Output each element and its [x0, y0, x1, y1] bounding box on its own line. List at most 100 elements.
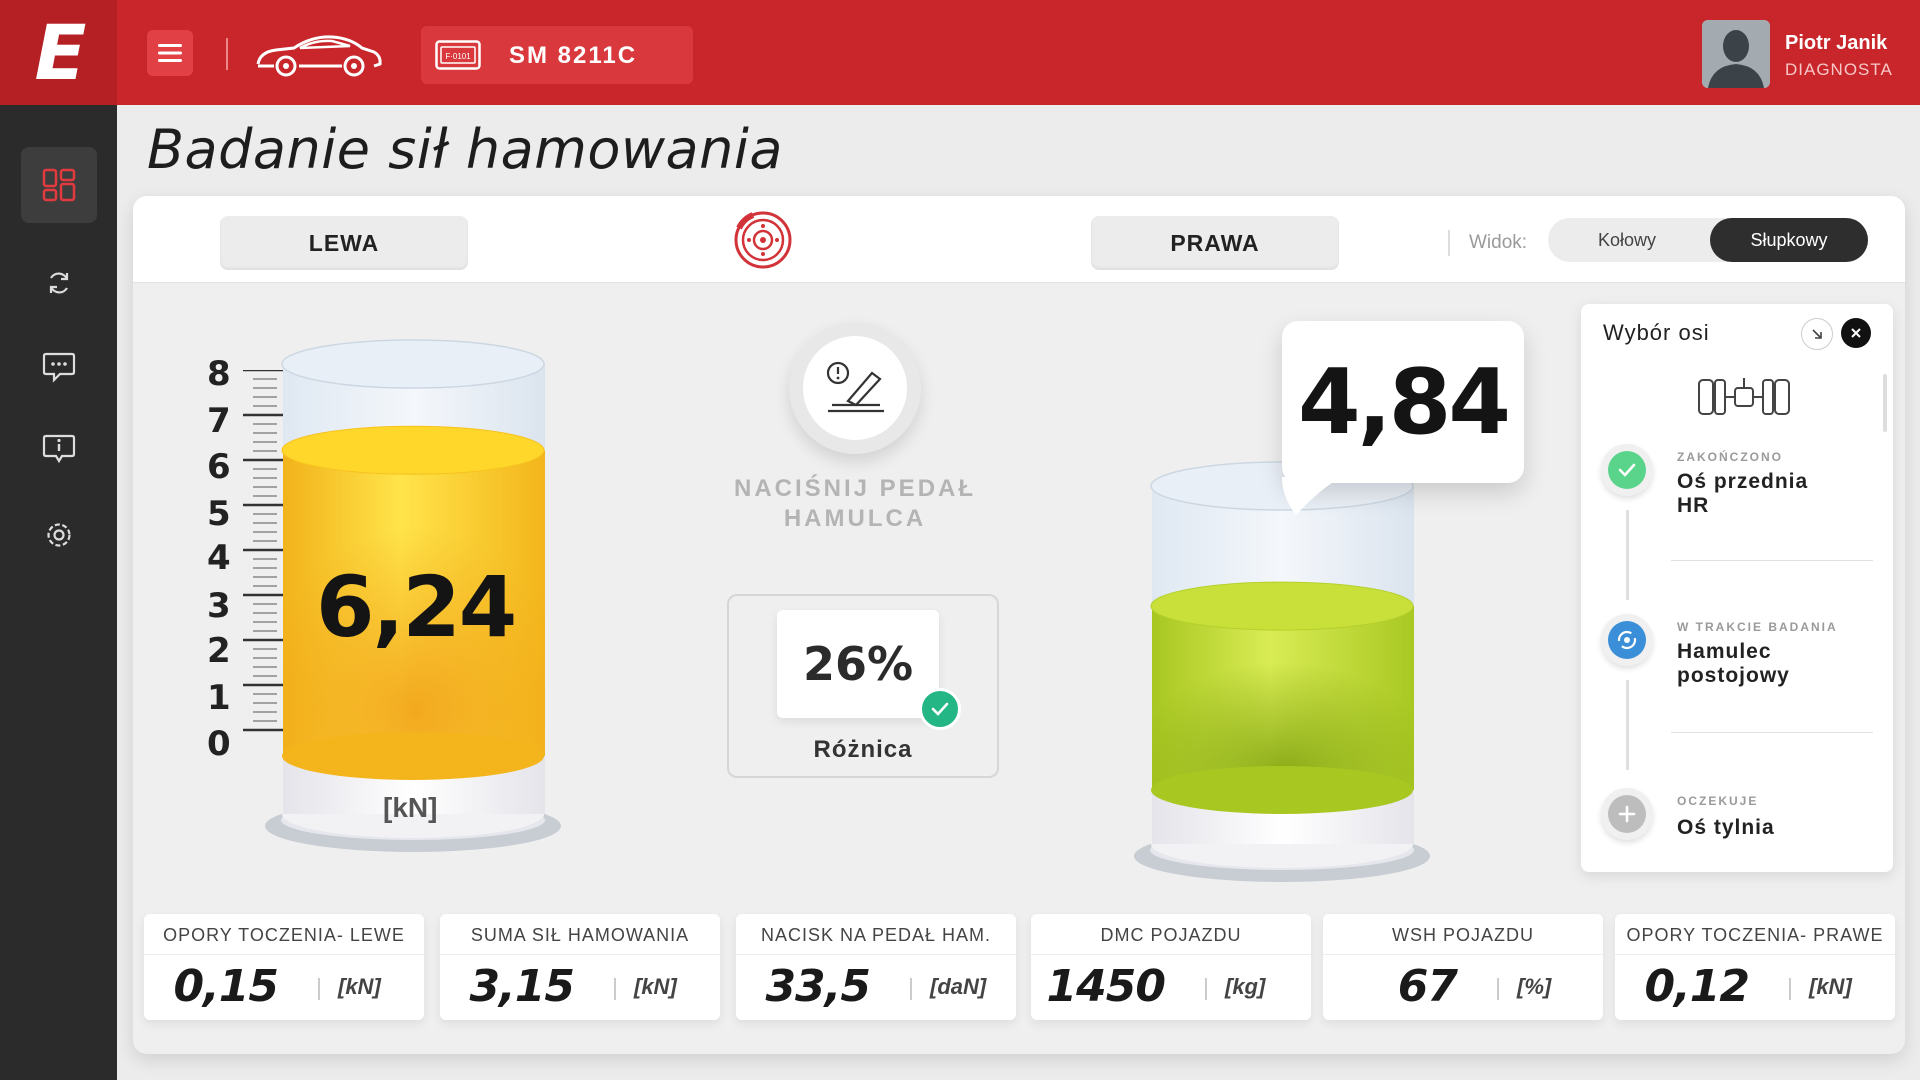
stat-separator [318, 978, 320, 1000]
stat-divider [1323, 954, 1603, 955]
scale-label-8: 8 [207, 354, 231, 394]
plate-box[interactable]: F·0101 SM 8211C [421, 26, 693, 84]
difference-value: 26% [777, 610, 939, 718]
pedal-instruction-line1: NACIŚNIJ PEDAŁ [733, 475, 977, 502]
sync-icon [49, 272, 69, 294]
plate-number: SM 8211C [509, 42, 638, 69]
dashboard-icon [42, 168, 76, 202]
stat-card-rolling-resistance-right: OPORY TOCZENIA- PRAWE 0,12 [kN] [1615, 914, 1895, 1020]
close-icon [1851, 328, 1861, 338]
tab-right[interactable]: PRAWA [1091, 216, 1339, 270]
info-message-icon [42, 434, 76, 464]
stat-value: 0,12 [1644, 961, 1750, 1012]
stat-value: 67 [1397, 961, 1458, 1012]
step-pending-badge [1608, 795, 1646, 833]
step-2-name-line2: postojowy [1677, 664, 1790, 687]
step-1-status: ZAKOŃCZONO [1677, 450, 1783, 464]
view-divider [1448, 230, 1450, 256]
scale-label-4: 4 [207, 538, 231, 578]
step-2-status: W TRAKCIE BADANIA [1677, 620, 1838, 634]
arrow-down-right-icon [1812, 329, 1822, 339]
step-2-name[interactable]: Hamulec postojowy [1677, 640, 1790, 688]
step-status-pending[interactable] [1601, 788, 1653, 840]
user-role: DIAGNOSTA [1785, 60, 1893, 79]
stat-title: OPORY TOCZENIA- PRAWE [1626, 925, 1884, 945]
sidebar-item-messages[interactable] [21, 329, 97, 405]
stat-divider [736, 954, 1016, 955]
step-active-badge [1608, 621, 1646, 659]
close-button[interactable] [1841, 318, 1871, 348]
step-connector [1626, 680, 1629, 770]
bubble-tail [1282, 477, 1342, 515]
scale-label-6: 6 [207, 447, 231, 487]
header-divider [226, 38, 228, 70]
axis-panel-scrollbar[interactable] [1883, 374, 1887, 432]
step-2-name-line1: Hamulec [1677, 640, 1772, 663]
stat-separator [910, 978, 912, 1000]
difference-status [919, 688, 961, 730]
sidebar [0, 105, 117, 1080]
step-status-done[interactable] [1601, 444, 1653, 496]
axle-icon [1698, 378, 1790, 415]
stat-separator [614, 978, 616, 1000]
settings-icon [47, 523, 71, 547]
stat-title: OPORY TOCZENIA- LEWE [163, 925, 405, 945]
collapse-button[interactable] [1801, 318, 1833, 350]
logo-letter: E [34, 8, 87, 97]
stat-value: 1450 [1046, 961, 1166, 1012]
brake-disc-icon [734, 211, 792, 269]
view-option-bars[interactable]: Słupkowy [1710, 218, 1868, 262]
scale-label-0: 0 [207, 724, 231, 764]
view-label: Widok: [1469, 232, 1528, 253]
sidebar-item-dashboard[interactable] [21, 147, 97, 223]
stat-divider [1031, 954, 1311, 955]
difference-box: 26% Różnica [727, 594, 999, 778]
step-1-name[interactable]: Oś przednia HR [1677, 470, 1808, 518]
top-bar: E F·0101 SM 8211C Piotr Janik DIAGNOSTA [0, 0, 1920, 105]
left-gauge-unit: [kN] [383, 792, 438, 823]
right-gauge-fill [1150, 581, 1414, 814]
view-option-circular[interactable]: Kołowy [1548, 218, 1706, 262]
plus-icon [1618, 805, 1636, 823]
step-3-status: OCZEKUJE [1677, 794, 1759, 808]
scale-label-2: 2 [207, 631, 231, 671]
menu-button[interactable] [147, 30, 193, 76]
stat-unit: [%] [1517, 974, 1552, 999]
stat-separator [1497, 978, 1499, 1000]
step-status-active[interactable] [1601, 614, 1653, 666]
right-gauge-value: 4,84 [1297, 349, 1511, 455]
pedal-instruction-line2: HAMULCA [783, 505, 927, 532]
sidebar-item-sync[interactable] [21, 245, 97, 321]
difference-label: Różnica [813, 736, 913, 763]
scale-label-3: 3 [207, 586, 231, 626]
stat-card-braking-sum: SUMA SIŁ HAMOWANIA 3,15 [kN] [440, 914, 720, 1020]
right-gauge [1134, 461, 1430, 882]
panel-header: LEWA PRAWA Widok: Kołowy Słupkowy [133, 196, 1905, 283]
step-1-name-line2: HR [1677, 494, 1710, 517]
stat-divider [440, 954, 720, 955]
car-icon[interactable] [254, 30, 384, 78]
app-logo[interactable]: E [0, 0, 117, 105]
step-separator [1671, 560, 1873, 561]
stat-unit: [daN] [930, 974, 987, 999]
view-toggle: Kołowy Słupkowy [1548, 218, 1868, 262]
sidebar-item-info[interactable] [21, 411, 97, 487]
stat-card-rolling-resistance-left: OPORY TOCZENIA- LEWE 0,15 [kN] [144, 914, 424, 1020]
stat-unit: [kN] [634, 974, 677, 999]
pedal-instruction: NACIŚNIJ PEDAŁ HAMULCA [713, 474, 997, 534]
step-1-name-line1: Oś przednia [1677, 470, 1809, 493]
stat-title: WSH POJAZDU [1391, 925, 1534, 945]
step-separator [1671, 732, 1873, 733]
avatar[interactable] [1702, 20, 1770, 88]
axis-selection-panel: Wybór osi ZAKOŃCZONO Oś przednia HR W TR… [1581, 304, 1893, 872]
stat-separator [1789, 978, 1791, 1000]
step-3-name[interactable]: Oś tylnia [1677, 816, 1775, 840]
scale-label-1: 1 [207, 678, 231, 718]
stat-card-wsh: WSH POJAZDU 67 [%] [1323, 914, 1603, 1020]
stat-title: DMC POJAZDU [1100, 925, 1242, 945]
axis-panel-title: Wybór osi [1603, 320, 1710, 345]
pedal-inner [803, 336, 907, 440]
tab-left[interactable]: LEWA [220, 216, 468, 270]
sidebar-item-settings[interactable] [21, 497, 97, 573]
scale-label-5: 5 [207, 494, 231, 534]
